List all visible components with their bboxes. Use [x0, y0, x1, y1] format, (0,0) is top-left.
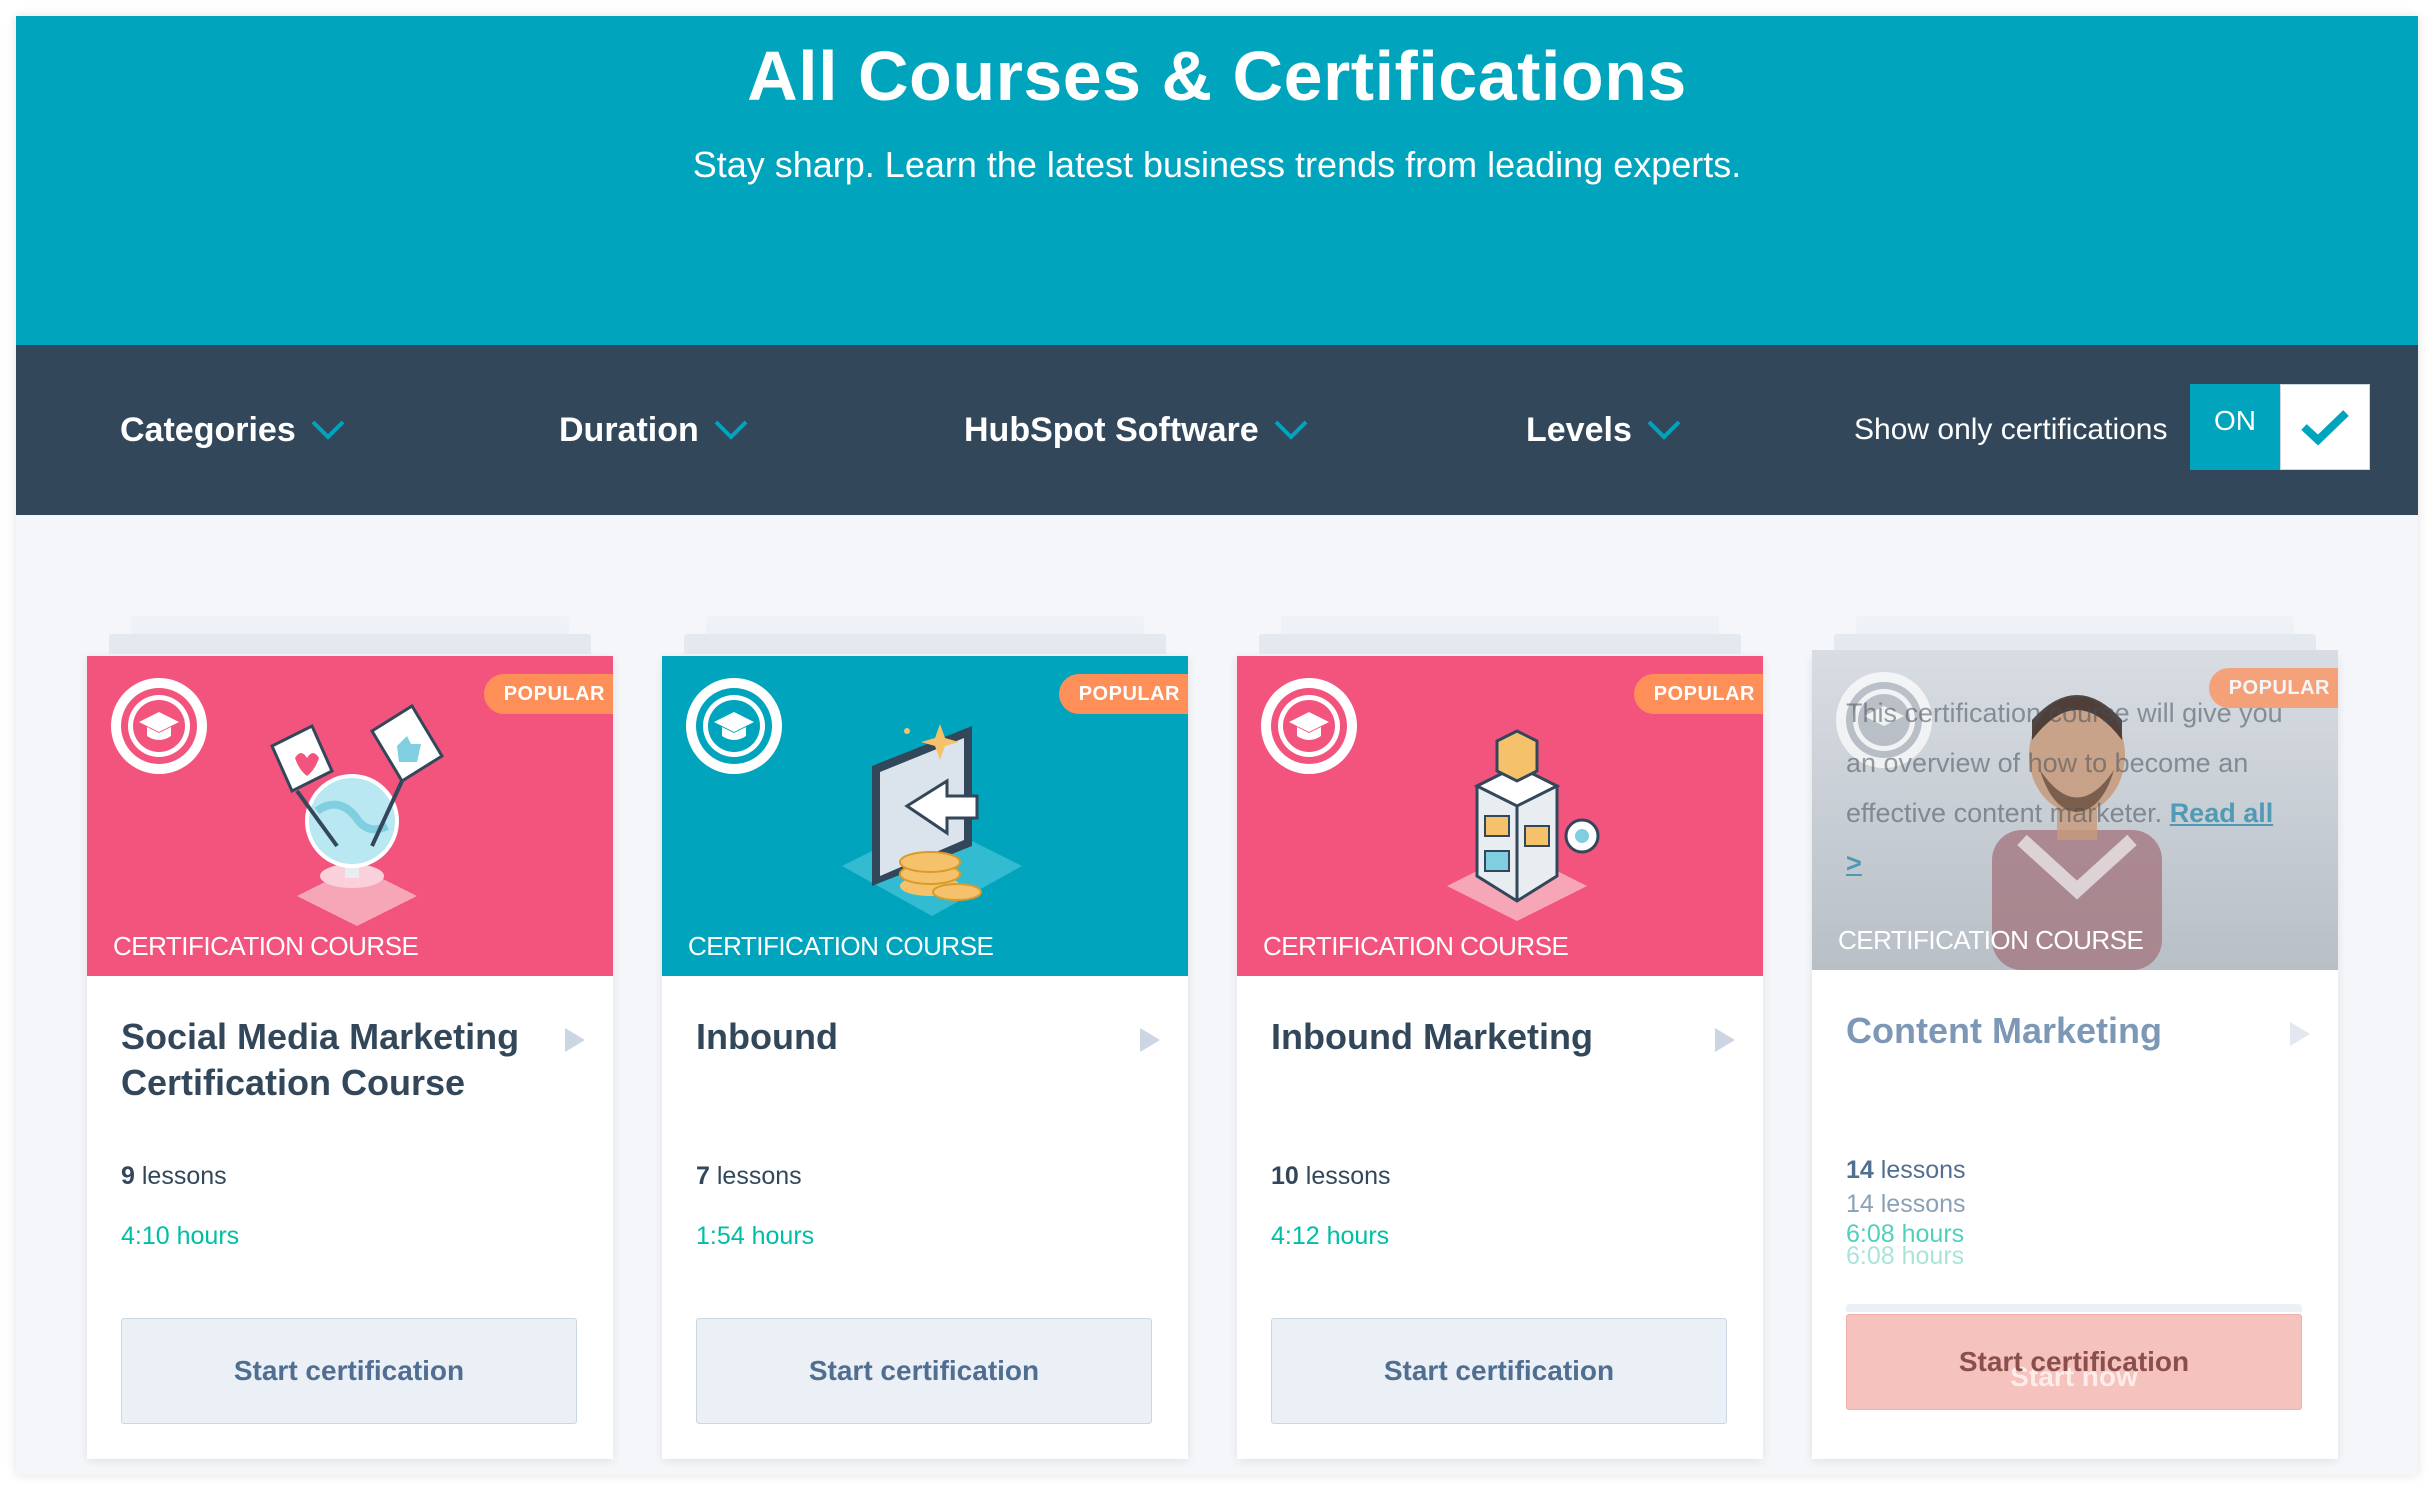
globe-with-flags-icon [270, 703, 445, 926]
button-ghost-edge [1846, 1304, 2302, 1312]
start-certification-button[interactable]: Start certification Start now [1846, 1314, 2302, 1410]
certification-badge-icon [1261, 678, 1357, 774]
course-description: This certification course will give you … [1846, 688, 2286, 888]
lessons-word: lessons [1880, 1156, 1966, 1184]
course-title[interactable]: Inbound Marketing [1271, 1014, 1701, 1060]
filter-levels[interactable]: Levels [1526, 345, 1682, 515]
lessons-count: 10 lessons [1271, 1162, 1391, 1191]
course-type-label: CERTIFICATION COURSE [688, 931, 994, 961]
play-icon[interactable] [1140, 1028, 1160, 1052]
popular-badge: POPULAR [1633, 674, 1763, 714]
checkmark-icon [2301, 410, 2349, 446]
course-card-body: POPULAR CERTIFICATION COURSE Inbound 7 l… [662, 656, 1188, 1459]
card-stack-shadow [1281, 616, 1719, 636]
lessons-count-ghost: 14 lessons [1846, 1190, 1966, 1218]
chevron-down-icon [311, 420, 345, 440]
course-image: This certification course will give you … [1812, 650, 2338, 970]
play-icon[interactable] [1715, 1028, 1735, 1052]
course-duration: 4:12 hours [1271, 1222, 1390, 1250]
play-icon[interactable] [565, 1028, 585, 1052]
certifications-toggle[interactable]: ON [2190, 384, 2370, 470]
course-duration: 4:10 hours [121, 1222, 240, 1250]
card-stack-shadow [1259, 634, 1741, 654]
course-type-label: CERTIFICATION COURSE [1263, 931, 1569, 961]
start-certification-button[interactable]: Start certification [1271, 1318, 1727, 1424]
course-image: POPULAR CERTIFICATION COURSE [1237, 656, 1763, 976]
course-title[interactable]: Social Media Marketing Certification Cou… [121, 1014, 551, 1106]
course-card[interactable]: POPULAR CERTIFICATION COURSE Inbound Mar… [1237, 616, 1763, 1466]
filter-hubspot-software[interactable]: HubSpot Software [964, 345, 1309, 515]
toggle-state: ON [2190, 384, 2280, 470]
course-card-body: This certification course will give you … [1812, 650, 2338, 1459]
lessons-word: lessons [1305, 1162, 1391, 1190]
lessons-word: lessons [716, 1162, 802, 1190]
page-frame: All Courses & Certifications Stay sharp.… [16, 16, 2418, 1475]
start-certification-button[interactable]: Start certification [696, 1318, 1152, 1424]
course-type-label: CERTIFICATION COURSE [113, 931, 419, 961]
lessons-count: 9 lessons [121, 1162, 227, 1191]
card-stack-shadow [684, 634, 1166, 654]
course-duration: 1:54 hours [696, 1222, 815, 1250]
lessons-number: 9 [121, 1162, 135, 1190]
lessons-number: 14 [1846, 1156, 1874, 1184]
course-duration-ghost: 6:08 hours [1846, 1242, 1965, 1270]
popular-badge: POPULAR [483, 674, 613, 714]
magnet-screen-coins-icon [842, 724, 1022, 916]
certification-badge-icon [686, 678, 782, 774]
filter-categories[interactable]: Categories [120, 345, 346, 515]
filter-duration-label: Duration [559, 410, 699, 449]
card-stack-shadow [1856, 616, 2294, 636]
lessons-count: 7 lessons [696, 1162, 802, 1191]
toggle-knob [2280, 384, 2370, 470]
play-icon[interactable] [2290, 1022, 2310, 1046]
course-card[interactable]: This certification course will give you … [1812, 616, 2338, 1466]
course-card[interactable]: POPULAR CERTIFICATION COURSE Social Medi… [87, 616, 613, 1466]
course-title[interactable]: Inbound [696, 1014, 1126, 1060]
lessons-number: 7 [696, 1162, 710, 1190]
start-certification-button[interactable]: Start certification [121, 1318, 577, 1424]
start-certification-label: Start certification [1958, 1346, 2190, 1377]
popular-badge: POPULAR [2208, 668, 2338, 708]
filter-levels-label: Levels [1526, 410, 1632, 449]
course-image: POPULAR CERTIFICATION COURSE [662, 656, 1188, 976]
lessons-word: lessons [141, 1162, 227, 1190]
page-subtitle: Stay sharp. Learn the latest business tr… [692, 144, 1742, 185]
hero-banner: All Courses & Certifications Stay sharp.… [16, 16, 2418, 345]
course-card-body: POPULAR CERTIFICATION COURSE Inbound Mar… [1237, 656, 1763, 1459]
certification-badge-icon [111, 678, 207, 774]
popular-badge: POPULAR [1058, 674, 1188, 714]
page-title: All Courses & Certifications [747, 37, 1687, 115]
course-type-label: CERTIFICATION COURSE [1838, 925, 2144, 955]
course-title[interactable]: Content Marketing [1846, 1008, 2276, 1054]
chevron-down-icon [1274, 420, 1308, 440]
filter-bar: Categories Duration HubSpot Software Lev… [16, 345, 2418, 515]
filter-categories-label: Categories [120, 410, 296, 449]
chevron-down-icon [1647, 420, 1681, 440]
building-blocks-icon [1447, 729, 1600, 921]
card-stack-shadow [131, 616, 569, 636]
chevron-down-icon [714, 420, 748, 440]
card-stack-shadow [109, 634, 591, 654]
card-stack-shadow [706, 616, 1144, 636]
certifications-toggle-label: Show only certifications [1854, 413, 2168, 446]
filter-duration[interactable]: Duration [559, 345, 749, 515]
lessons-number: 10 [1271, 1162, 1299, 1190]
course-card-body: POPULAR CERTIFICATION COURSE Social Medi… [87, 656, 613, 1459]
lessons-count: 14 lessons [1846, 1156, 1966, 1185]
filter-software-label: HubSpot Software [964, 410, 1259, 449]
course-card[interactable]: POPULAR CERTIFICATION COURSE Inbound 7 l… [662, 616, 1188, 1466]
course-image: POPULAR CERTIFICATION COURSE [87, 656, 613, 976]
